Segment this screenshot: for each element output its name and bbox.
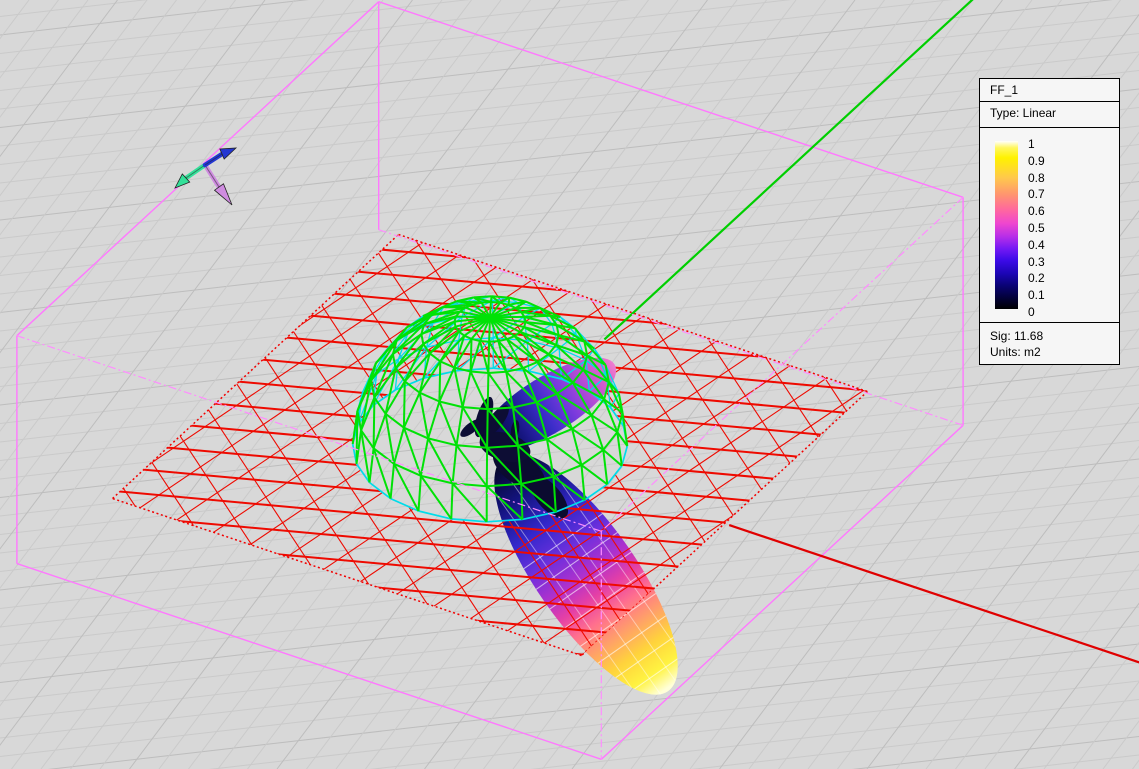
colorbar-tick-label: 1 [1028, 137, 1035, 151]
colorbar-tick-label: 0.6 [1028, 204, 1045, 219]
viewport-3d[interactable]: FF_1 Type: Linear 1 0.9 0.8 0.7 0.6 0.5 0.4 0.3… [0, 0, 1139, 769]
legend-footer: Sig: 11.68 Units: m2 [980, 323, 1119, 360]
triad-plum-arrow [202, 162, 233, 206]
legend-title: FF_1 [980, 79, 1119, 102]
colorbar-tick-label: 0.5 [1028, 221, 1045, 235]
colorbar-tick-label: 0.3 [1028, 254, 1045, 269]
colorbar-tick-label: 0.9 [1028, 153, 1045, 168]
legend-type: Type: Linear [980, 102, 1119, 128]
colorbar-tick-label: 0.4 [1028, 237, 1045, 252]
colorbar-gradient [995, 141, 1018, 309]
triad-teal-arrow [174, 162, 208, 189]
legend-units: Units: m2 [990, 345, 1041, 359]
scene-canvas[interactable] [0, 0, 1139, 769]
colorbar-tick-label: 0.8 [1028, 170, 1045, 185]
colorbar-tick-label: 0.2 [1028, 271, 1045, 286]
colorbar-tick-label: 0.7 [1028, 187, 1045, 202]
colorbar-tick-label: 0.1 [1028, 288, 1045, 303]
colorbar-ticks: 1 0.9 0.8 0.7 0.6 0.5 0.4 0.3 0.2 0.1 0 [1028, 137, 1088, 318]
legend-sig: Sig: 11.68 [990, 329, 1044, 343]
y-axis-line [603, 0, 974, 341]
colorbar-tick-label: 0 [1028, 305, 1035, 319]
legend-panel: FF_1 Type: Linear 1 0.9 0.8 0.7 0.6 0.5 0.4 0.3… [979, 78, 1120, 365]
legend-colorbar-section: 1 0.9 0.8 0.7 0.6 0.5 0.4 0.3 0.2 0.1 0 [980, 128, 1119, 323]
x-axis-line [728, 524, 1139, 664]
